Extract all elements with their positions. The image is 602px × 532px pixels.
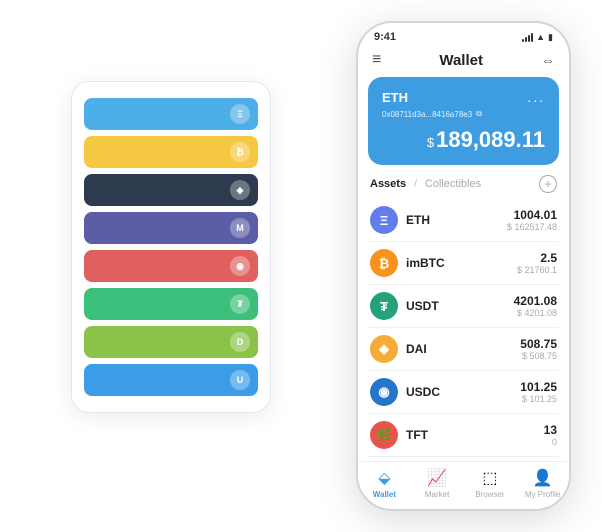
asset-row[interactable]: ◈ DAI508.75$ 508.75	[368, 328, 559, 371]
stack-row: Ξ	[84, 98, 258, 130]
assets-header: Assets / Collectibles +	[368, 175, 559, 193]
battery-icon: ▮	[548, 32, 553, 43]
stack-row: ₮	[84, 288, 258, 320]
asset-amounts: 101.25$ 101.25	[520, 380, 557, 404]
asset-icon: 🌿	[370, 421, 398, 449]
asset-icon: ◈	[370, 335, 398, 363]
nav-item-wallet[interactable]: ⬙ Wallet	[358, 468, 411, 499]
app-header: ≡ Wallet ⇔	[358, 47, 569, 77]
asset-name: ETH	[406, 213, 507, 227]
status-bar: 9:41 ▲ ▮	[358, 23, 569, 47]
asset-row[interactable]: ₮ USDT4201.08$ 4201.08	[368, 285, 559, 328]
copy-icon[interactable]: ⧉	[476, 109, 482, 119]
asset-row[interactable]: ◉ USDC101.25$ 101.25	[368, 371, 559, 414]
asset-amounts: 508.75$ 508.75	[520, 337, 557, 361]
asset-amount-primary: 508.75	[520, 337, 557, 351]
asset-name: DAI	[406, 342, 520, 356]
nav-label: Market	[425, 490, 449, 499]
collectibles-tab[interactable]: Collectibles	[425, 178, 481, 190]
eth-address: 0x08711d3a...8416a78e3 ⧉	[382, 109, 545, 119]
signal-icon	[522, 33, 533, 42]
asset-amounts: 1004.01$ 162517.48	[507, 208, 557, 232]
asset-amount-primary: 1004.01	[507, 208, 557, 222]
page-title: Wallet	[439, 52, 483, 69]
scene: Ξ ₿ ◈ M ◉ ₮ DU 9:41 ▲ ▮ ≡ Wallet ⇔	[11, 11, 591, 521]
asset-name: TFT	[406, 428, 544, 442]
stack-row: M	[84, 212, 258, 244]
asset-amount-secondary: $ 162517.48	[507, 222, 557, 232]
nav-label: My Profile	[525, 490, 561, 499]
stack-row: D	[84, 326, 258, 358]
stack-row-icon: D	[230, 332, 250, 352]
nav-icon: 👤	[533, 468, 553, 488]
asset-amount-secondary: $ 101.25	[520, 394, 557, 404]
asset-amount-secondary: $ 4201.08	[514, 308, 557, 318]
asset-amount-primary: 4201.08	[514, 294, 557, 308]
stack-row: ₿	[84, 136, 258, 168]
asset-icon: ₿	[370, 249, 398, 277]
nav-item-my-profile[interactable]: 👤 My Profile	[516, 468, 569, 499]
stack-row-icon: M	[230, 218, 250, 238]
asset-amounts: 2.5$ 21760.1	[517, 251, 557, 275]
asset-icon: Ξ	[370, 206, 398, 234]
asset-amount-primary: 2.5	[517, 251, 557, 265]
stack-row-icon: ₮	[230, 294, 250, 314]
menu-icon[interactable]: ≡	[372, 51, 381, 69]
phone-content: ETH ... 0x08711d3a...8416a78e3 ⧉ $189,08…	[358, 77, 569, 461]
scan-icon[interactable]: ⇔	[541, 52, 555, 68]
eth-balance: $189,089.11	[382, 127, 545, 153]
asset-name: USDC	[406, 385, 520, 399]
wifi-icon: ▲	[536, 32, 545, 42]
bottom-nav: ⬙ Wallet 📈 Market ⬚ Browser 👤 My Profile	[358, 461, 569, 509]
asset-amount-secondary: 0	[544, 437, 557, 447]
tab-divider: /	[414, 179, 417, 190]
phone-frame: 9:41 ▲ ▮ ≡ Wallet ⇔ ETH	[356, 21, 571, 511]
asset-amount-secondary: $ 21760.1	[517, 265, 557, 275]
stack-row-icon: ◈	[230, 180, 250, 200]
nav-item-browser[interactable]: ⬚ Browser	[464, 468, 517, 499]
asset-icon: ◉	[370, 378, 398, 406]
stack-row: U	[84, 364, 258, 396]
status-time: 9:41	[374, 31, 396, 43]
asset-amount-secondary: $ 508.75	[520, 351, 557, 361]
asset-amount-primary: 13	[544, 423, 557, 437]
asset-amounts: 130	[544, 423, 557, 447]
stack-row: ◉	[84, 250, 258, 282]
stack-row: ◈	[84, 174, 258, 206]
asset-row[interactable]: ₿ imBTC2.5$ 21760.1	[368, 242, 559, 285]
stack-row-icon: ₿	[230, 142, 250, 162]
eth-card: ETH ... 0x08711d3a...8416a78e3 ⧉ $189,08…	[368, 77, 559, 165]
asset-name: USDT	[406, 299, 514, 313]
assets-tabs: Assets / Collectibles	[370, 178, 481, 190]
stack-row-icon: Ξ	[230, 104, 250, 124]
nav-icon: ⬙	[378, 468, 390, 488]
asset-row[interactable]: 🌿 TFT130	[368, 414, 559, 457]
nav-label: Browser	[475, 490, 504, 499]
stack-row-icon: ◉	[230, 256, 250, 276]
eth-card-menu[interactable]: ...	[527, 89, 545, 105]
assets-tab[interactable]: Assets	[370, 178, 406, 190]
asset-icon: ₮	[370, 292, 398, 320]
card-stack: Ξ ₿ ◈ M ◉ ₮ DU	[71, 81, 271, 413]
asset-list: Ξ ETH1004.01$ 162517.48 ₿ imBTC2.5$ 21760.1…	[368, 199, 559, 457]
nav-item-market[interactable]: 📈 Market	[411, 468, 464, 499]
asset-row[interactable]: Ξ ETH1004.01$ 162517.48	[368, 199, 559, 242]
nav-icon: 📈	[427, 468, 447, 488]
asset-amounts: 4201.08$ 4201.08	[514, 294, 557, 318]
stack-row-icon: U	[230, 370, 250, 390]
nav-label: Wallet	[373, 490, 396, 499]
eth-card-header: ETH ...	[382, 89, 545, 105]
asset-name: imBTC	[406, 256, 517, 270]
add-asset-button[interactable]: +	[539, 175, 557, 193]
status-icons: ▲ ▮	[522, 32, 553, 43]
nav-icon: ⬚	[482, 468, 497, 488]
eth-card-label: ETH	[382, 90, 408, 105]
asset-amount-primary: 101.25	[520, 380, 557, 394]
